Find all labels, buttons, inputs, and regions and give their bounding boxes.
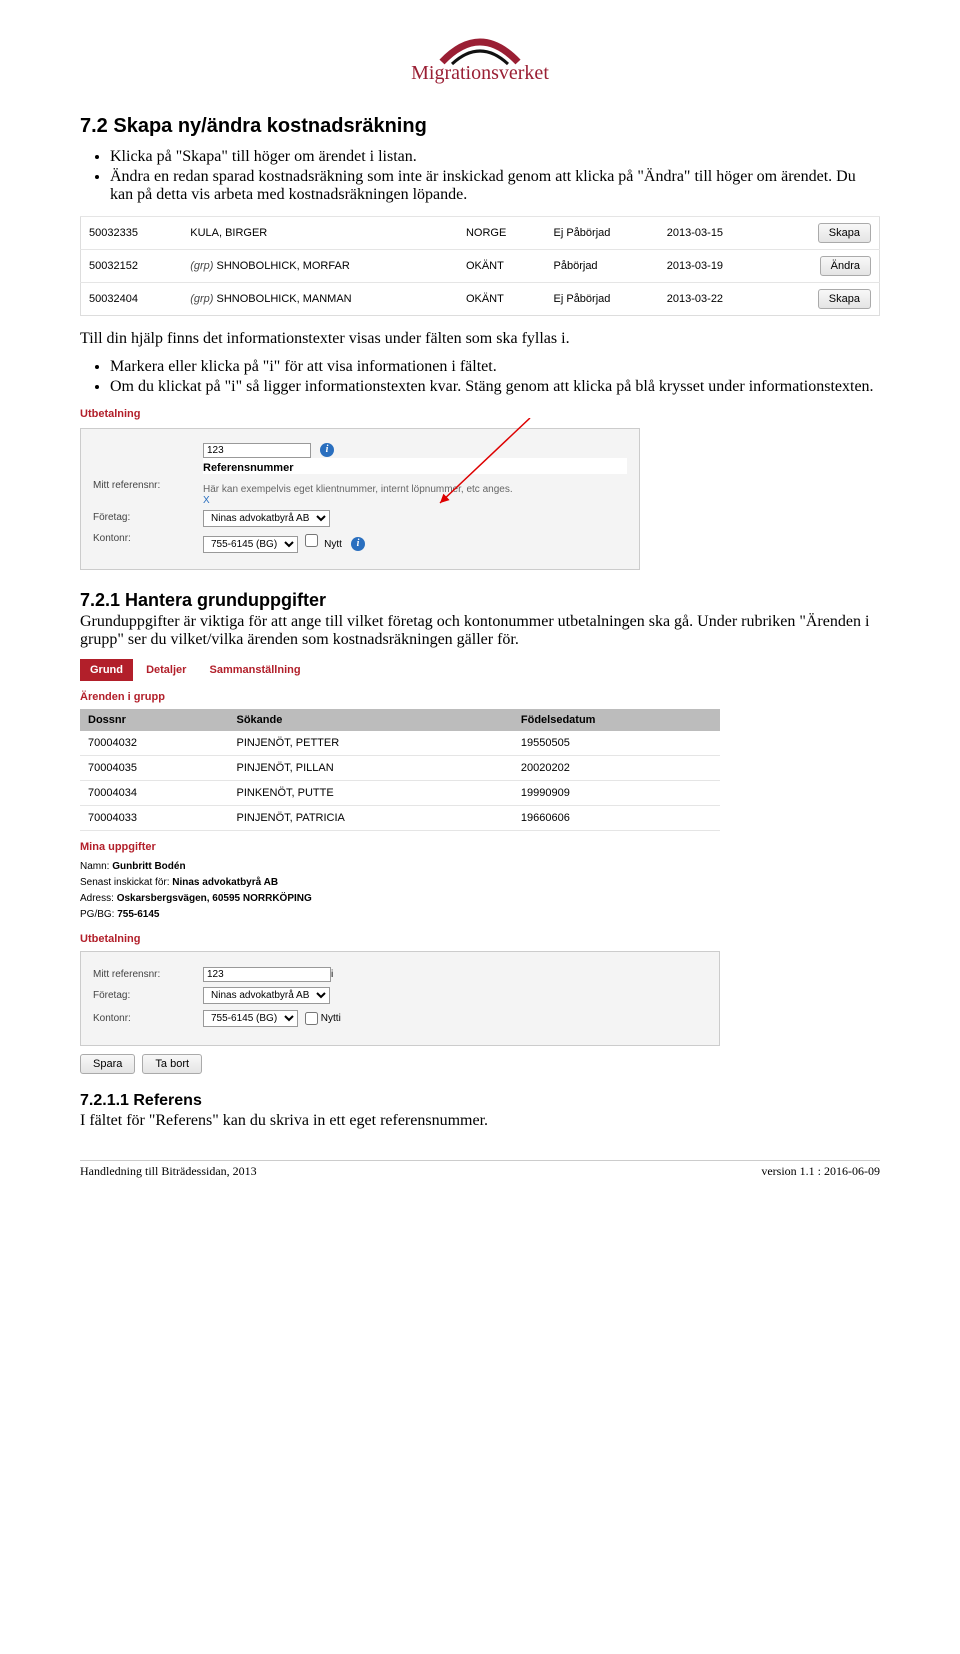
case-id: 50032152	[81, 250, 183, 283]
andra-button[interactable]: Ändra	[820, 256, 871, 276]
foretag-select[interactable]: Ninas advokatbyrå AB	[203, 987, 330, 1004]
col-fodelsedatum: Födelsedatum	[513, 709, 720, 731]
heading-mina-uppgifter: Mina uppgifter	[80, 841, 720, 853]
case-date: 2013-03-15	[659, 217, 771, 250]
popup-title: Referensnummer	[203, 462, 627, 474]
nytt-label: Nytt	[321, 1013, 339, 1024]
heading-arenden-i-grupp: Ärenden i grupp	[80, 691, 720, 703]
tab-detaljer[interactable]: Detaljer	[136, 659, 196, 681]
bullet: Klicka på "Skapa" till höger om ärendet …	[110, 148, 880, 166]
footer-left: Handledning till Biträdessidan, 2013	[80, 1164, 257, 1179]
nytt-checkbox[interactable]	[305, 534, 318, 547]
case-name: (grp) SHNOBOLHICK, MORFAR	[182, 250, 458, 283]
info-icon[interactable]: i	[320, 443, 334, 457]
logo-arc-icon	[430, 30, 530, 70]
skapa-button[interactable]: Skapa	[818, 289, 871, 309]
table-row: 50032152 (grp) SHNOBOLHICK, MORFAR OKÄNT…	[81, 250, 880, 283]
table-row: 70004035PINJENÖT, PILLAN20020202	[80, 756, 720, 781]
popup-text: Här kan exempelvis eget klientnummer, in…	[203, 484, 627, 495]
utbetalning-form: Utbetalning i Referensnummer Mitt refere…	[80, 408, 640, 570]
info-icon[interactable]: i	[351, 537, 365, 551]
case-date: 2013-03-22	[659, 283, 771, 316]
ref-label: Mitt referensnr:	[93, 969, 203, 980]
section-721-para: Grunduppgifter är viktiga för att ange t…	[80, 613, 880, 649]
tab-grund[interactable]: Grund	[80, 659, 133, 681]
case-status: Ej Påbörjad	[546, 283, 659, 316]
spara-button[interactable]: Spara	[80, 1054, 135, 1074]
section-721-title: 7.2.1 Hantera grunduppgifter	[80, 590, 880, 611]
ref-input[interactable]	[203, 443, 311, 458]
case-id: 50032335	[81, 217, 183, 250]
section-7211-title: 7.2.1.1 Referens	[80, 1092, 880, 1110]
bullet: Ändra en redan sparad kostnadsräkning so…	[110, 168, 880, 204]
page-footer: Handledning till Biträdessidan, 2013 ver…	[80, 1160, 880, 1179]
help-bullets: Markera eller klicka på "i" för att visa…	[110, 358, 880, 396]
case-status: Påbörjad	[546, 250, 659, 283]
info-icon[interactable]: i	[339, 1013, 341, 1024]
col-dossnr: Dossnr	[80, 709, 229, 731]
utbetalning-heading: Utbetalning	[80, 408, 640, 420]
nytt-label: Nytt	[324, 539, 342, 550]
kontonr-label: Kontonr:	[93, 1013, 203, 1024]
skapa-button[interactable]: Skapa	[818, 223, 871, 243]
arenden-table: Dossnr Sökande Födelsedatum 70004032PINJ…	[80, 709, 720, 831]
footer-right: version 1.1 : 2016-06-09	[761, 1164, 880, 1179]
bullet: Om du klickat på "i" så ligger informati…	[110, 378, 880, 396]
kontonr-label: Kontonr:	[93, 531, 203, 544]
tab-sammanstallning[interactable]: Sammanställning	[199, 659, 310, 681]
info-icon[interactable]: i	[331, 969, 333, 980]
case-status: Ej Påbörjad	[546, 217, 659, 250]
col-sokande: Sökande	[229, 709, 513, 731]
case-name: KULA, BIRGER	[182, 217, 458, 250]
heading-utbetalning: Utbetalning	[80, 933, 720, 945]
cases-table: 50032335 KULA, BIRGER NORGE Ej Påbörjad …	[80, 216, 880, 316]
close-popup[interactable]: X	[203, 495, 627, 506]
case-country: OKÄNT	[458, 283, 546, 316]
case-id: 50032404	[81, 283, 183, 316]
table-row: 70004032PINJENÖT, PETTER19550505	[80, 731, 720, 756]
ref-label: Mitt referensnr:	[93, 478, 203, 491]
foretag-select[interactable]: Ninas advokatbyrå AB	[203, 510, 330, 527]
help-para: Till din hjälp finns det informationstex…	[80, 330, 880, 348]
section-7211-para: I fältet för "Referens" kan du skriva in…	[80, 1112, 880, 1130]
mina-uppgifter-text: Namn: Gunbritt Bodén Senast inskickat fö…	[80, 859, 720, 923]
grunduppgifter-panel: Grund Detaljer Sammanställning Ärenden i…	[80, 659, 720, 1074]
kontonr-select[interactable]: 755-6145 (BG)	[203, 536, 298, 553]
section-72-title: 7.2 Skapa ny/ändra kostnadsräkning	[80, 115, 880, 138]
case-country: NORGE	[458, 217, 546, 250]
foretag-label: Företag:	[93, 990, 203, 1001]
nytt-checkbox[interactable]	[305, 1012, 318, 1025]
case-date: 2013-03-19	[659, 250, 771, 283]
case-country: OKÄNT	[458, 250, 546, 283]
foretag-label: Företag:	[93, 510, 203, 523]
ta-bort-button[interactable]: Ta bort	[142, 1054, 202, 1074]
table-row: 70004034PINKENÖT, PUTTE19990909	[80, 781, 720, 806]
table-row: 70004033PINJENÖT, PATRICIA19660606	[80, 806, 720, 831]
logo: Migrationsverket	[80, 30, 880, 85]
section-72-bullets: Klicka på "Skapa" till höger om ärendet …	[110, 148, 880, 204]
tabs: Grund Detaljer Sammanställning	[80, 659, 720, 681]
table-row: 50032335 KULA, BIRGER NORGE Ej Påbörjad …	[81, 217, 880, 250]
bullet: Markera eller klicka på "i" för att visa…	[110, 358, 880, 376]
ref-input[interactable]	[203, 967, 331, 982]
case-name: (grp) SHNOBOLHICK, MANMAN	[182, 283, 458, 316]
table-row: 50032404 (grp) SHNOBOLHICK, MANMAN OKÄNT…	[81, 283, 880, 316]
kontonr-select[interactable]: 755-6145 (BG)	[203, 1010, 298, 1027]
